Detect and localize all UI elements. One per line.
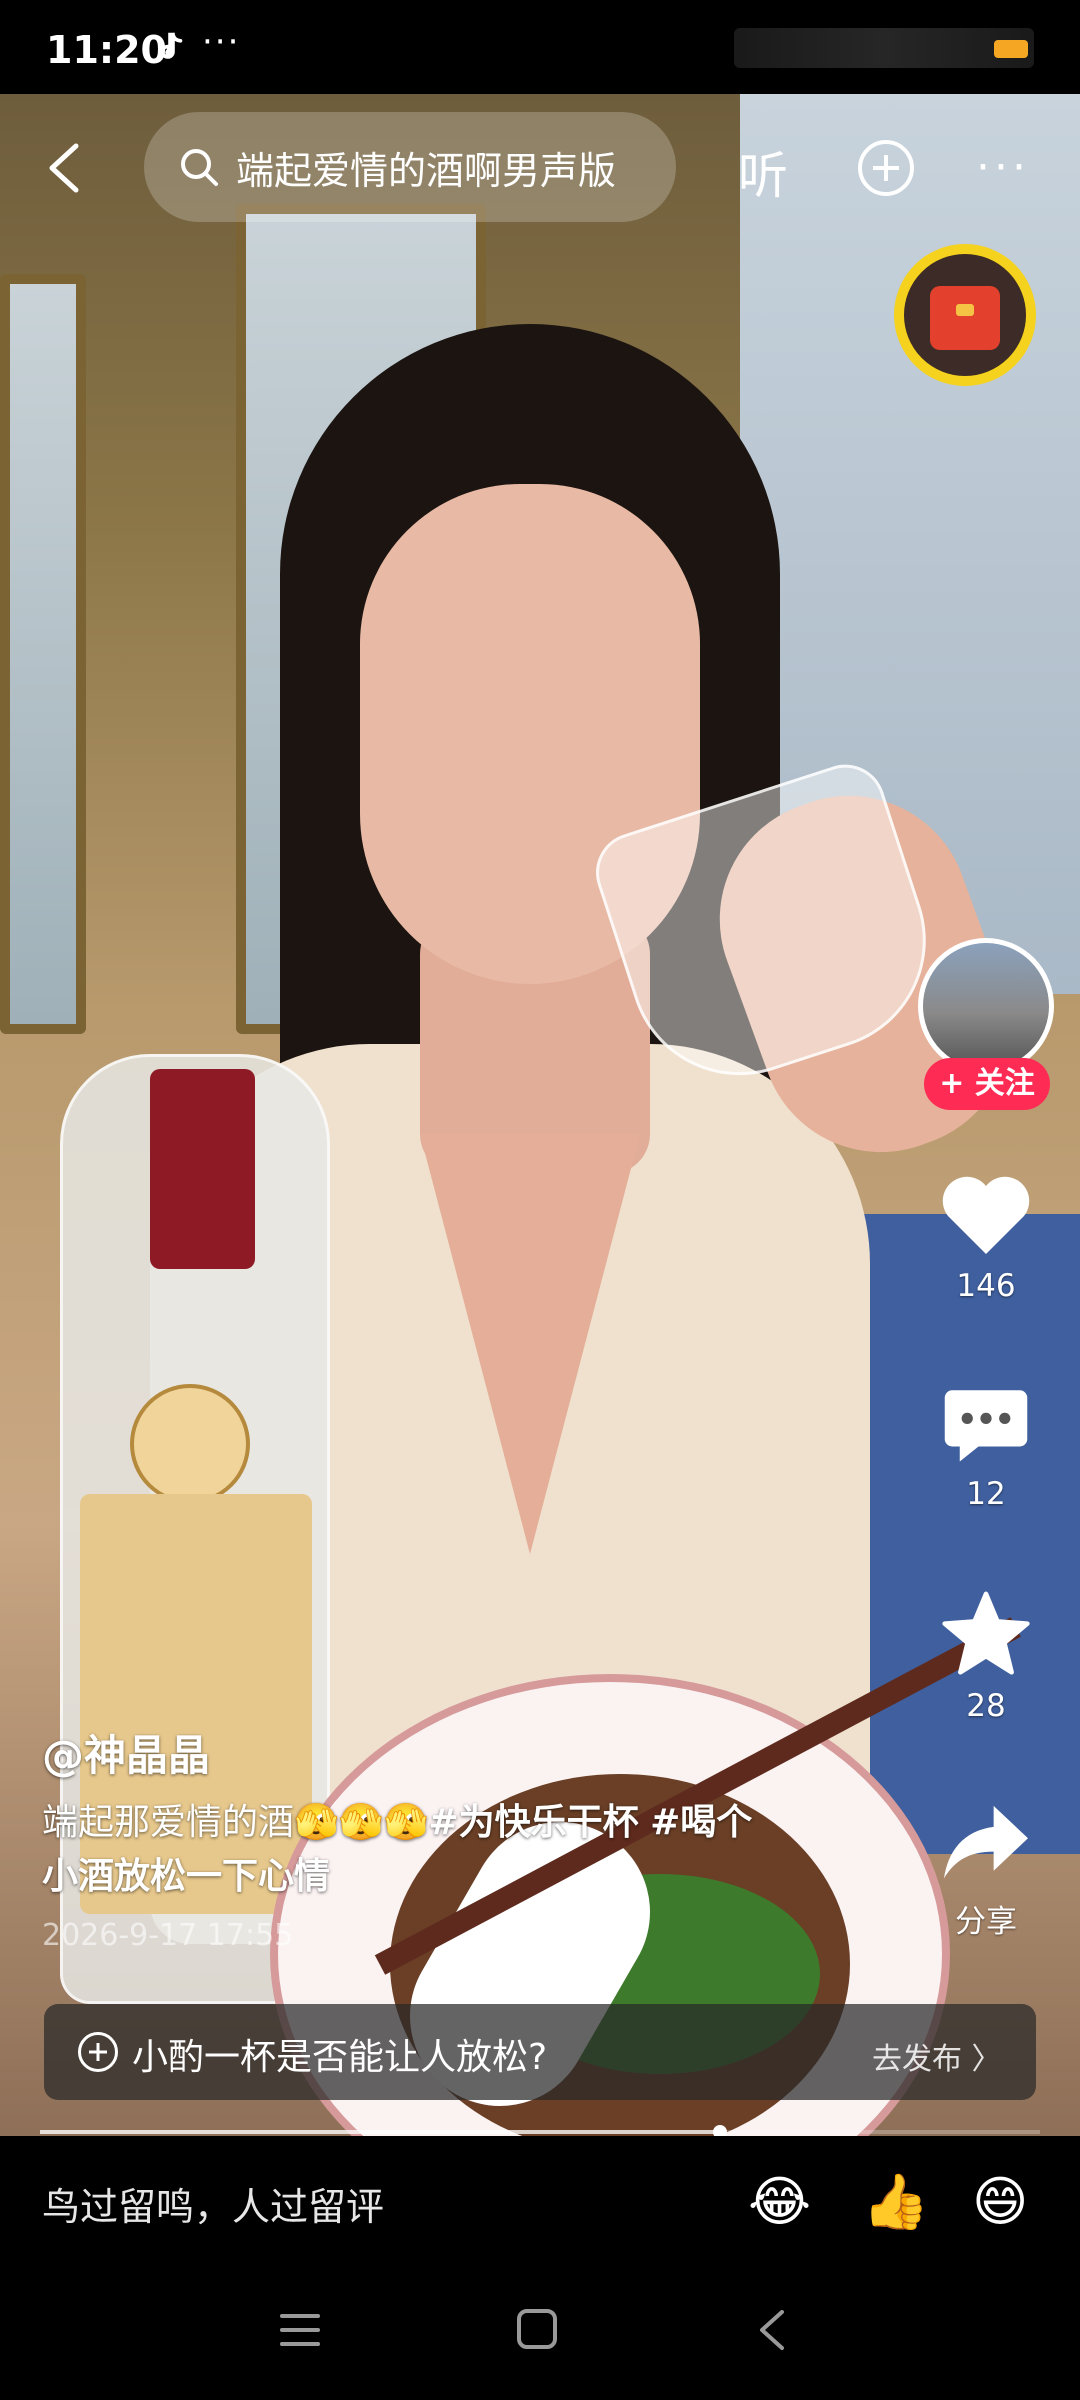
- more-options-icon[interactable]: ···: [976, 142, 1030, 193]
- search-icon: [181, 149, 218, 186]
- favorite-action[interactable]: 28: [930, 1590, 1042, 1724]
- publish-link[interactable]: 去发布 〉: [872, 2034, 1002, 2078]
- back-arrow-icon[interactable]: [40, 140, 90, 196]
- topic-text[interactable]: 小酌一杯是否能让人放松?: [132, 2028, 547, 2080]
- favorite-count: 28: [966, 1688, 1006, 1724]
- bottle-cap: [150, 1069, 255, 1269]
- share-arrow-icon: [944, 1805, 1028, 1879]
- author-name[interactable]: @神晶晶: [42, 1722, 210, 1783]
- red-packet-clasp: [956, 304, 974, 316]
- tiktok-notification-icon: [160, 32, 183, 59]
- listen-button[interactable]: 听: [738, 136, 788, 208]
- comment-input[interactable]: 鸟过留鸣，人过留评: [42, 2176, 384, 2231]
- author-avatar[interactable]: [918, 938, 1054, 1074]
- caption-text: 端起那爱情的酒: [42, 1802, 295, 1843]
- comment-action[interactable]: 12: [930, 1382, 1042, 1512]
- comment-icon: [944, 1390, 1028, 1462]
- search-text[interactable]: 端起爱情的酒啊男声版: [236, 140, 616, 195]
- caption-emojis: 🫣🫣🫣: [294, 1802, 429, 1843]
- like-count: 146: [956, 1268, 1016, 1304]
- emoji-thumbs-up[interactable]: 👍: [862, 2172, 929, 2232]
- red-packet-icon: [930, 286, 1000, 350]
- video-progress-fill: [40, 2130, 720, 2134]
- add-plus-icon[interactable]: [858, 140, 914, 196]
- bottle-seal: [130, 1384, 250, 1504]
- home-square-icon[interactable]: [516, 2308, 558, 2350]
- hashtag[interactable]: #喝个: [650, 1802, 752, 1843]
- follow-button[interactable]: + 关注: [924, 1058, 1050, 1110]
- caption: 端起那爱情的酒🫣🫣🫣#为快乐干杯 #喝个 小酒放松一下心情: [42, 1796, 872, 1904]
- hashtag[interactable]: #为快乐干杯: [429, 1802, 639, 1843]
- emoji-laugh-cry[interactable]: 😂: [748, 2172, 811, 2232]
- status-bar: 11:20 ···: [0, 0, 1080, 94]
- emoji-grin[interactable]: 😄: [972, 2172, 1028, 2232]
- system-nav-bar: [0, 2270, 1080, 2400]
- share-label: 分享: [955, 1904, 1017, 1940]
- back-nav-icon[interactable]: [756, 2308, 788, 2352]
- share-action[interactable]: 分享: [930, 1802, 1042, 1941]
- status-time: 11:20: [46, 28, 167, 72]
- comment-count: 12: [966, 1476, 1006, 1512]
- caption-line-2[interactable]: 小酒放松一下心情: [42, 1856, 330, 1897]
- like-action[interactable]: 146: [930, 1170, 1042, 1304]
- menu-icon[interactable]: [278, 2310, 322, 2350]
- star-icon: [942, 1591, 1030, 1675]
- add-circle-icon: [78, 2032, 118, 2072]
- status-icons: [734, 28, 1034, 68]
- more-notifications-icon: ···: [202, 22, 241, 62]
- heart-icon: [942, 1176, 1030, 1254]
- battery-icon: [994, 40, 1028, 58]
- post-timestamp: 2026-9-17 17:55: [42, 1918, 294, 1953]
- window-left: [0, 274, 86, 1034]
